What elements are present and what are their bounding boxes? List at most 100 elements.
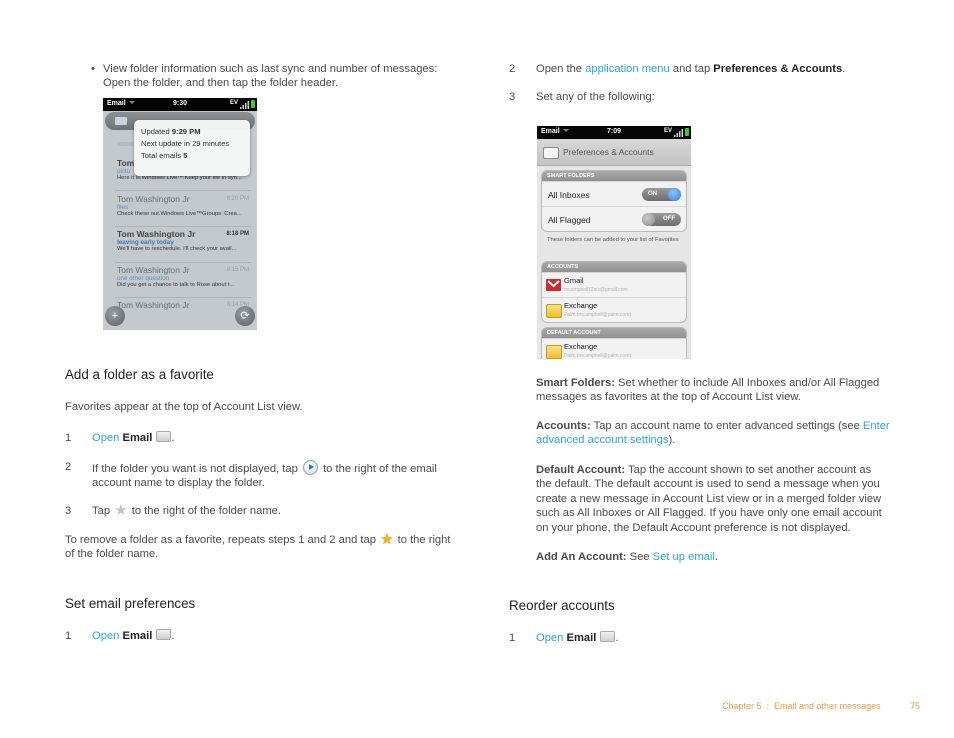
star-outline-icon: ★	[114, 502, 128, 519]
bullet-line-1: View folder information such as last syn…	[103, 63, 438, 75]
step-1: 1 Open Email.	[65, 431, 175, 444]
star-filled-icon: ★	[380, 531, 394, 548]
message-snippet: Check these out.Windows Live™Groups: Cre…	[117, 211, 242, 217]
signal-icon	[674, 129, 683, 137]
prefs-header: Preferences & Accounts	[537, 139, 691, 166]
battery-icon	[251, 100, 255, 108]
row-divider	[115, 297, 251, 298]
battery-icon	[685, 128, 689, 136]
email-app-icon	[156, 431, 172, 442]
message-time: 8:20 PM	[226, 196, 249, 202]
account-name: Exchange	[564, 301, 598, 310]
email-app-name: Email	[122, 432, 153, 444]
definition-add-account: Add An Account: See Set up email.	[536, 551, 718, 563]
open-link[interactable]: Open	[92, 432, 119, 444]
step-number: 1	[65, 432, 72, 444]
network-indicator: EV	[229, 100, 238, 106]
message-subject: leaving early today	[117, 239, 174, 246]
account-row-exchange[interactable]: Exchange Palm (mcampbell@palm.com)	[542, 297, 686, 322]
definition-default-account: Default Account: Tap the account shown t…	[536, 464, 882, 534]
message-subject: files	[117, 204, 129, 211]
mail-icon	[543, 147, 559, 159]
step-3: 3 Tap ★ to the right of the folder name.	[65, 502, 281, 519]
advanced-settings-link[interactable]: advanced account settings	[536, 434, 668, 446]
group-header: ACCOUNTS	[542, 262, 686, 272]
message-snippet: Did you get a chance to talk to Rose abo…	[117, 282, 235, 288]
definition-term: Accounts:	[536, 420, 591, 432]
default-account-group: DEFAULT ACCOUNT Exchange Palm (mcampbell…	[541, 327, 687, 359]
all-flagged-toggle[interactable]: OFF	[642, 213, 681, 226]
status-bar: Email 7:09 EV	[537, 126, 691, 139]
popup-updated: Updated 9:29 PM	[141, 127, 201, 136]
open-link[interactable]: Open	[536, 632, 563, 644]
all-flagged-row: All Flagged OFF	[542, 206, 686, 231]
step-2: 2 If the folder you want is not displaye…	[65, 460, 437, 490]
section-heading-reorder-accounts: Reorder accounts	[509, 598, 615, 613]
page-number: 75	[910, 701, 921, 711]
definition-term: Add An Account:	[536, 551, 627, 563]
bullet-item: • View folder information such as last s…	[91, 62, 451, 91]
preferences-screenshot: Email 7:09 EV Preferences & Accounts SMA…	[537, 126, 691, 359]
default-account-row[interactable]: Exchange Palm (mcampbell@palm.com)	[542, 338, 686, 359]
definition-accounts: Accounts: Tap an account name to enter a…	[536, 420, 890, 447]
sync-button[interactable]: ⟳	[235, 306, 255, 326]
advanced-settings-link[interactable]: Enter	[863, 420, 890, 432]
preferences-accounts-label: Preferences & Accounts	[713, 63, 843, 75]
gmail-icon	[546, 279, 561, 291]
step-number: 1	[509, 632, 516, 644]
open-link[interactable]: Open	[92, 630, 119, 642]
step-number: 2	[509, 63, 516, 75]
account-name: Gmail	[564, 276, 584, 285]
message-row[interactable]: Tom Washington Jr 8:15 PM one other ques…	[117, 265, 253, 288]
email-app-name: Email	[122, 630, 153, 642]
section-intro: Favorites appear at the top of Account L…	[65, 401, 303, 413]
definition-smart-folders: Smart Folders: Set whether to include Al…	[536, 377, 880, 404]
section-heading-add-favorite: Add a folder as a favorite	[65, 367, 214, 382]
account-detail: mcampbell72six@gmail.com	[564, 287, 628, 293]
exchange-icon	[546, 345, 562, 359]
group-header: SMART FOLDERS	[542, 171, 686, 181]
step-1: 1 Open Email.	[509, 631, 619, 644]
step-number: 3	[509, 91, 516, 103]
row-label: All Inboxes	[548, 190, 590, 200]
email-app-icon	[156, 629, 172, 640]
message-row[interactable]: Tom Washington Jr 8:20 PM files Check th…	[117, 194, 253, 217]
remove-favorite-note: To remove a folder as a favorite, repeat…	[65, 531, 451, 561]
message-time: 8:18 PM	[226, 231, 249, 237]
mail-icon	[115, 117, 127, 125]
network-indicator: EV	[663, 128, 672, 134]
message-subject: one other question	[117, 275, 170, 282]
step-number: 2	[65, 461, 72, 473]
exchange-icon	[546, 304, 562, 318]
step-1: 1 Open Email.	[65, 629, 175, 642]
all-inboxes-toggle[interactable]: ON	[642, 188, 681, 201]
accounts-group: ACCOUNTS Gmail mcampbell72six@gmail.com …	[541, 261, 687, 323]
row-divider	[115, 190, 251, 191]
account-row-gmail[interactable]: Gmail mcampbell72six@gmail.com	[542, 272, 686, 297]
account-detail: Palm (mcampbell@palm.com)	[564, 312, 632, 318]
set-up-email-link[interactable]: Set up email	[653, 551, 715, 563]
expand-arrow-icon	[302, 460, 318, 475]
message-snippet: We'll have to reschedule. I'll check you…	[117, 246, 237, 252]
status-bar: Email 9:30 EV	[103, 98, 257, 111]
all-inboxes-row: All Inboxes ON	[542, 181, 686, 206]
application-menu-link[interactable]: application menu	[585, 63, 670, 75]
email-app-icon	[600, 631, 616, 642]
group-header: DEFAULT ACCOUNT	[542, 328, 686, 338]
footer-chapter: Chapter 5 : Email and other messages	[722, 701, 881, 711]
bullet-dot: •	[91, 63, 95, 75]
popup-total: Total emails 5	[141, 151, 188, 160]
email-app-name: Email	[566, 632, 597, 644]
row-divider	[115, 262, 251, 263]
popup-next-update: Next update in 29 minutes	[141, 139, 230, 148]
definition-term: Default Account:	[536, 464, 626, 476]
smart-folders-note: These folders can be added to your list …	[547, 237, 679, 243]
new-folder-button[interactable]: +	[105, 306, 125, 326]
folder-info-popup: Updated 9:29 PM Next update in 29 minute…	[134, 120, 250, 176]
signal-icon	[240, 101, 249, 109]
message-row[interactable]: Tom Washington Jr 8:14 PM	[117, 300, 253, 310]
step-2: 2 Open the application menu and tap Pref…	[509, 63, 846, 75]
section-heading-email-preferences: Set email preferences	[65, 596, 196, 611]
account-name: Exchange	[564, 342, 598, 351]
message-row[interactable]: Tom Washington Jr 8:18 PM leaving early …	[117, 229, 253, 252]
